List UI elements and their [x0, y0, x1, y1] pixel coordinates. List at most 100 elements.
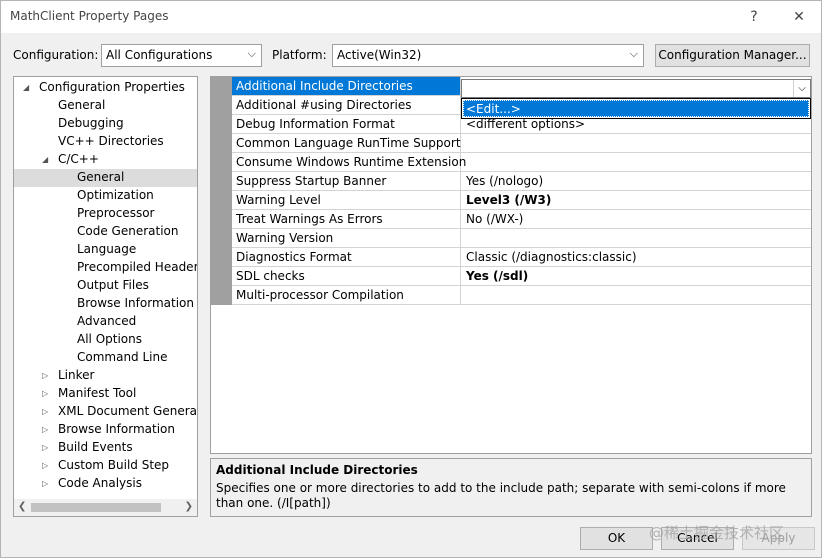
- property-value[interactable]: [462, 153, 811, 171]
- expand-arrow-icon[interactable]: ▷: [42, 403, 52, 420]
- platform-label: Platform:: [272, 48, 327, 62]
- tree-item[interactable]: ▷ Build Events: [14, 439, 197, 457]
- property-value[interactable]: Yes (/sdl): [462, 267, 811, 285]
- tree-item[interactable]: Output Files: [14, 277, 197, 295]
- tree-item[interactable]: Debugging: [14, 115, 197, 133]
- tree-item[interactable]: ▷ Custom Build Step: [14, 457, 197, 475]
- expand-arrow-icon[interactable]: ▷: [42, 385, 52, 402]
- property-row[interactable]: SDL checks Yes (/sdl): [232, 267, 811, 286]
- configuration-dropdown[interactable]: All Configurations ⌵: [101, 44, 262, 67]
- property-row[interactable]: Warning Level Level3 (/W3): [232, 191, 811, 210]
- window-title: MathClient Property Pages: [10, 9, 169, 23]
- property-value[interactable]: [462, 229, 811, 247]
- property-name[interactable]: Warning Version: [232, 229, 461, 247]
- tree-item[interactable]: ◢ Configuration Properties: [14, 79, 197, 97]
- expand-arrow-icon[interactable]: ▷: [42, 457, 52, 474]
- tree-item[interactable]: ▷ Browse Information: [14, 421, 197, 439]
- property-row[interactable]: Warning Version: [232, 229, 811, 248]
- tree-item-label: Manifest Tool: [58, 386, 137, 400]
- tree-item[interactable]: Advanced: [14, 313, 197, 331]
- tree-item-label: Output Files: [77, 278, 149, 292]
- property-name[interactable]: Debug Information Format: [232, 115, 461, 133]
- property-value[interactable]: Yes (/nologo): [462, 172, 811, 190]
- scroll-right-icon[interactable]: ❯: [185, 501, 193, 512]
- platform-dropdown[interactable]: Active(Win32) ⌵: [332, 44, 644, 67]
- tree-item-label: Build Events: [58, 440, 133, 454]
- tree-item-label: Code Generation: [77, 224, 179, 238]
- tree-item[interactable]: ▷ Code Analysis: [14, 475, 197, 493]
- property-value[interactable]: Classic (/diagnostics:classic): [462, 248, 811, 266]
- edit-option[interactable]: <Edit...>: [463, 100, 809, 117]
- property-name[interactable]: Additional #using Directories: [232, 96, 461, 114]
- tree-item-label: Precompiled Headers: [77, 260, 198, 274]
- property-name[interactable]: Additional Include Directories: [232, 77, 461, 95]
- tree-item[interactable]: All Options: [14, 331, 197, 349]
- property-value[interactable]: [462, 134, 811, 152]
- expand-arrow-icon[interactable]: ▷: [42, 439, 52, 456]
- property-row[interactable]: Treat Warnings As Errors No (/WX-): [232, 210, 811, 229]
- configuration-label: Configuration:: [13, 48, 99, 62]
- help-button[interactable]: ?: [744, 7, 764, 27]
- grid-gutter: [211, 77, 232, 305]
- property-grid: Additional Include Directories Additional…: [210, 76, 812, 454]
- tree-horizontal-scrollbar[interactable]: ❮ ❯: [14, 499, 197, 516]
- tree-item[interactable]: ▷ Linker: [14, 367, 197, 385]
- property-row[interactable]: Consume Windows Runtime Extension: [232, 153, 811, 172]
- chevron-down-icon[interactable]: ⌵: [793, 80, 810, 97]
- expand-arrow-icon[interactable]: ▷: [42, 421, 52, 438]
- description-text: Specifies one or more directories to add…: [216, 481, 786, 510]
- property-tree[interactable]: ❮ ❯ ◢ Configuration Properties General Debu…: [13, 76, 198, 517]
- property-name[interactable]: Suppress Startup Banner: [232, 172, 461, 190]
- value-editor-combobox[interactable]: ⌵: [461, 79, 811, 98]
- property-value[interactable]: No (/WX-): [462, 210, 811, 228]
- expand-arrow-icon[interactable]: ▷: [42, 475, 52, 492]
- property-name[interactable]: Multi-processor Compilation: [232, 286, 461, 304]
- tree-item-label: Custom Build Step: [58, 458, 170, 472]
- tree-item[interactable]: Optimization: [14, 187, 197, 205]
- scroll-left-icon[interactable]: ❮: [18, 501, 26, 512]
- tree-item[interactable]: General: [14, 169, 197, 187]
- property-value[interactable]: Level3 (/W3): [462, 191, 811, 209]
- configuration-value: All Configurations: [106, 48, 213, 62]
- property-pages-window: MathClient Property Pages ? ✕ Configurat…: [0, 0, 822, 558]
- tree-item[interactable]: Code Generation: [14, 223, 197, 241]
- close-button[interactable]: ✕: [789, 7, 809, 27]
- tree-item-label: General: [58, 98, 106, 112]
- ok-button[interactable]: OK: [580, 527, 653, 550]
- tree-item[interactable]: VC++ Directories: [14, 133, 197, 151]
- chevron-down-icon: ⌵: [629, 47, 638, 60]
- tree-item-label: All Options: [77, 332, 142, 346]
- collapse-arrow-icon[interactable]: ◢: [42, 151, 52, 168]
- collapse-arrow-icon[interactable]: ◢: [23, 79, 33, 96]
- tree-item[interactable]: General: [14, 97, 197, 115]
- tree-item[interactable]: ▷ Manifest Tool: [14, 385, 197, 403]
- property-row[interactable]: Common Language RunTime Support: [232, 134, 811, 153]
- tree-item-label: Browse Information: [58, 422, 175, 436]
- property-name[interactable]: Consume Windows Runtime Extension: [232, 153, 466, 171]
- tree-item-label: Language: [77, 242, 137, 256]
- property-name[interactable]: Warning Level: [232, 191, 461, 209]
- configuration-manager-button[interactable]: Configuration Manager...: [655, 44, 810, 67]
- property-name[interactable]: SDL checks: [232, 267, 461, 285]
- property-name[interactable]: Treat Warnings As Errors: [232, 210, 461, 228]
- tree-item[interactable]: Precompiled Headers: [14, 259, 197, 277]
- tree-item[interactable]: Language: [14, 241, 197, 259]
- property-row[interactable]: Multi-processor Compilation: [232, 286, 811, 305]
- tree-item-label: Linker: [58, 368, 95, 382]
- scrollbar-thumb[interactable]: [31, 503, 161, 512]
- tree-item[interactable]: Preprocessor: [14, 205, 197, 223]
- tree-item[interactable]: Browse Information: [14, 295, 197, 313]
- value-dropdown-list: <Edit...>: [461, 98, 811, 119]
- property-name[interactable]: Diagnostics Format: [232, 248, 461, 266]
- property-name[interactable]: Common Language RunTime Support: [232, 134, 461, 152]
- platform-value: Active(Win32): [337, 48, 422, 62]
- chevron-down-icon: ⌵: [247, 47, 256, 60]
- property-value[interactable]: [462, 286, 811, 304]
- expand-arrow-icon[interactable]: ▷: [42, 367, 52, 384]
- property-row[interactable]: Suppress Startup Banner Yes (/nologo): [232, 172, 811, 191]
- description-title: Additional Include Directories: [216, 463, 418, 477]
- property-row[interactable]: Diagnostics Format Classic (/diagnostics:…: [232, 248, 811, 267]
- tree-item[interactable]: ▷ XML Document Generator: [14, 403, 197, 421]
- tree-item[interactable]: Command Line: [14, 349, 197, 367]
- tree-item[interactable]: ◢ C/C++: [14, 151, 197, 169]
